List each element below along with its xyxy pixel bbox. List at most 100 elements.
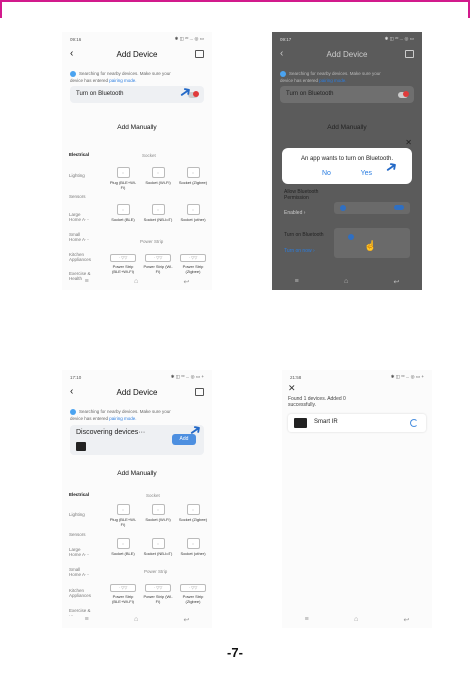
radar-icon bbox=[70, 408, 76, 415]
category-kitchen[interactable]: Kitchen Appliances bbox=[69, 252, 93, 262]
menu-icon[interactable]: ≡ bbox=[85, 616, 89, 624]
chevron-left-icon[interactable]: ‹ bbox=[280, 45, 283, 63]
device-socket-zigbee[interactable]: :: Socket (Zigbee) bbox=[178, 167, 208, 185]
device-socket-other[interactable]: :: Socket (other) bbox=[178, 204, 208, 222]
bluetooth-card[interactable]: Turn on Bluetooth ➜ bbox=[70, 82, 204, 103]
screenshot-discovering: 17:10 ✱ ◫ ᵛᵒ ... ◎ ▭ + ‹ Add Device Sear… bbox=[62, 370, 212, 628]
home-icon[interactable]: ⌂ bbox=[134, 278, 138, 286]
page-title: Add Device bbox=[116, 49, 158, 59]
menu-icon[interactable]: ≡ bbox=[85, 278, 89, 286]
category-small-home[interactable]: Small Home A··· bbox=[69, 567, 91, 577]
pairing-mode-link[interactable]: pairing mode. bbox=[109, 416, 136, 421]
turn-on-now-link[interactable]: Turn on now › bbox=[284, 248, 315, 254]
scan-icon[interactable] bbox=[195, 50, 204, 58]
add-manually-title: Add Manually bbox=[327, 124, 367, 131]
back-icon[interactable]: ↩ bbox=[393, 278, 399, 286]
device-socket-nb-iot[interactable]: :: Socket (NB-IoT) bbox=[143, 538, 173, 556]
category-small-home[interactable]: Small Home A··· bbox=[69, 232, 91, 242]
permission-illustration bbox=[334, 202, 410, 214]
power-strip-icon: · ▽▽ bbox=[180, 584, 206, 592]
scan-icon[interactable] bbox=[195, 388, 204, 396]
chevron-left-icon[interactable]: ‹ bbox=[70, 383, 73, 401]
device-socket-zigbee[interactable]: :: Socket (Zigbee) bbox=[178, 504, 208, 522]
category-large-home[interactable]: Large Home A··· bbox=[69, 547, 91, 557]
device-power-strip-ble-wifi[interactable]: · ▽▽ Power Strip (BLE+Wi-Fi) bbox=[108, 254, 138, 274]
plug-icon: :: bbox=[116, 167, 130, 178]
category-sensors[interactable]: Sensors bbox=[69, 194, 86, 199]
page-title: Add Device bbox=[326, 49, 368, 59]
header: ‹ Add Device bbox=[62, 383, 212, 401]
menu-icon[interactable]: ≡ bbox=[295, 278, 299, 286]
back-icon[interactable]: ↩ bbox=[183, 278, 189, 286]
dialog-yes-button[interactable]: Yes bbox=[361, 170, 372, 177]
chevron-left-icon[interactable]: ‹ bbox=[70, 45, 73, 63]
menu-icon[interactable]: ≡ bbox=[305, 616, 309, 624]
device-plug-ble-wifi[interactable]: :: Plug (BLE+Wi-Fi) bbox=[108, 167, 138, 190]
status-icons: ✱ ◫ ᵛᵒ ... ◎ ▭ bbox=[384, 36, 414, 41]
bluetooth-permission-dialog: An app wants to turn on Bluetooth. No Ye… bbox=[282, 148, 412, 184]
socket-icon: :: bbox=[151, 504, 165, 515]
clock: 09:16 bbox=[70, 36, 82, 42]
device-power-strip-wifi[interactable]: · ▽▽ Power Strip (Wi-Fi) bbox=[143, 584, 173, 604]
scan-icon[interactable] bbox=[405, 50, 414, 58]
pointer-arrow-icon: ➜ bbox=[175, 81, 197, 103]
category-sensors[interactable]: Sensors bbox=[69, 532, 86, 537]
home-icon[interactable]: ⌂ bbox=[134, 616, 138, 624]
system-nav-bar: ≡ ⌂ ↩ bbox=[62, 278, 212, 286]
status-icons: ✱ ◫ ᵛᵒ ... ◎ ▭ + bbox=[390, 374, 424, 379]
category-lighting[interactable]: Lighting bbox=[69, 512, 85, 517]
close-icon[interactable]: ✕ bbox=[288, 383, 296, 394]
add-manually-title: Add Manually bbox=[117, 124, 157, 131]
system-nav-bar: ≡ ⌂ ↩ bbox=[62, 616, 212, 624]
back-icon[interactable]: ↩ bbox=[403, 616, 409, 624]
device-socket-ble[interactable]: :: Socket (BLE) bbox=[108, 204, 138, 222]
category-lighting[interactable]: Lighting bbox=[69, 173, 85, 178]
header: ‹ Add Device bbox=[272, 45, 422, 63]
device-socket-wifi[interactable]: :: Socket (Wi-Fi) bbox=[143, 504, 173, 522]
home-icon[interactable]: ⌂ bbox=[344, 278, 348, 286]
category-kitchen[interactable]: Kitchen Appliances bbox=[69, 588, 93, 598]
clock: 21:58 bbox=[290, 374, 302, 380]
device-power-strip-ble-wifi[interactable]: · ▽▽ Power Strip (BLE+Wi-Fi) bbox=[108, 584, 138, 604]
search-hint: Searching for nearby devices. Make sure … bbox=[280, 70, 381, 83]
device-socket-nb-iot[interactable]: :: Socket (NB-IoT) bbox=[143, 204, 173, 222]
clock: 09:17 bbox=[280, 36, 292, 42]
status-bar: 09:17 ✱ ◫ ᵛᵒ ... ◎ ▭ bbox=[272, 32, 422, 46]
system-nav-bar: ≡ ⌂ ↩ bbox=[282, 616, 432, 624]
permission-title: Allow Bluetooth Permission bbox=[284, 189, 319, 201]
bluetooth-label: Turn on Bluetooth bbox=[286, 91, 334, 97]
subheading-socket: Socket bbox=[146, 493, 160, 498]
device-socket-wifi[interactable]: :: Socket (Wi-Fi) bbox=[143, 167, 173, 185]
socket-icon: :: bbox=[186, 167, 200, 178]
device-power-strip-zigbee[interactable]: · ▽▽ Power Strip (Zigbee) bbox=[178, 254, 208, 274]
page-border bbox=[0, 0, 2, 18]
socket-icon: :: bbox=[116, 204, 130, 215]
screenshot-add-device: 09:16 ✱ ◫ ᵛᵒ ... ◎ ▭ ‹ Add Device Search… bbox=[62, 32, 212, 290]
bluetooth-label: Turn on Bluetooth bbox=[76, 91, 124, 97]
dialog-no-button[interactable]: No bbox=[322, 170, 331, 177]
pairing-mode-link[interactable]: pairing mode. bbox=[109, 78, 136, 83]
device-power-strip-wifi[interactable]: · ▽▽ Power Strip (Wi-Fi) bbox=[143, 254, 173, 274]
category-large-home[interactable]: Large Home A··· bbox=[69, 212, 91, 222]
page-border bbox=[0, 0, 470, 2]
clock: 17:10 bbox=[70, 374, 82, 380]
device-plug-ble-wifi[interactable]: :: Plug (BLE+Wi-Fi) bbox=[108, 504, 138, 527]
close-icon[interactable]: ✕ bbox=[405, 138, 412, 147]
category-electrical[interactable]: Electrical bbox=[69, 492, 89, 497]
bluetooth-card[interactable]: Turn on Bluetooth bbox=[280, 86, 414, 103]
subheading-socket: Socket bbox=[142, 153, 156, 158]
device-socket-other[interactable]: :: Socket (other) bbox=[178, 538, 208, 556]
socket-icon: :: bbox=[186, 504, 200, 515]
bluetooth-toggle[interactable] bbox=[398, 91, 409, 98]
device-power-strip-zigbee[interactable]: · ▽▽ Power Strip (Zigbee) bbox=[178, 584, 208, 604]
screenshot-found-devices: 21:58 ✱ ◫ ᵛᵒ ... ◎ ▭ + ✕ Found 1 devices… bbox=[282, 370, 432, 628]
device-row[interactable]: Smart IR bbox=[288, 414, 426, 432]
subheading-power-strip: Power Strip bbox=[144, 569, 168, 574]
category-electrical[interactable]: Electrical bbox=[69, 152, 89, 157]
back-icon[interactable]: ↩ bbox=[183, 616, 189, 624]
plug-icon: :: bbox=[116, 504, 130, 515]
pairing-mode-link[interactable]: pairing mode. bbox=[319, 78, 346, 83]
header: ‹ Add Device bbox=[62, 45, 212, 63]
device-socket-ble[interactable]: :: Socket (BLE) bbox=[108, 538, 138, 556]
home-icon[interactable]: ⌂ bbox=[354, 616, 358, 624]
